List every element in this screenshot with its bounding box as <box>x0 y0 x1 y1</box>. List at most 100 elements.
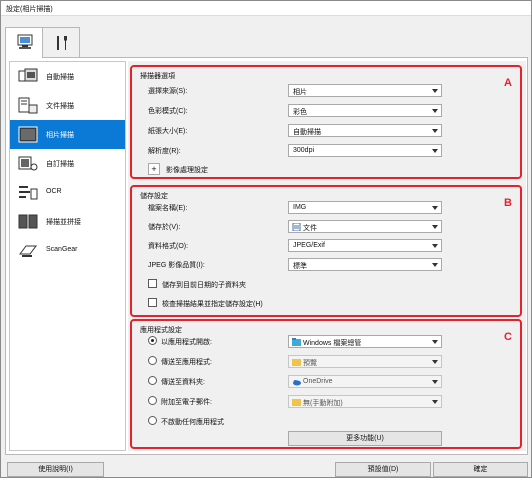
attach-email-radio[interactable] <box>148 396 157 405</box>
section-title: 掃描器選項 <box>140 73 175 80</box>
send-to-folder-row: 傳送至資料夾: OneDrive <box>148 375 448 388</box>
check-results-label[interactable]: 檢查掃描結果並指定儲存設定(H) <box>162 299 263 309</box>
color-mode-row: 色彩模式(C): 彩色 <box>148 104 448 117</box>
more-functions-button[interactable]: 更多功能(U) <box>288 431 442 446</box>
stitch-icon <box>18 214 38 229</box>
window-title: 設定(相片掃描) <box>6 6 53 13</box>
open-with-label[interactable]: 以應用程式開啟: <box>161 337 212 347</box>
send-to-app-radio[interactable] <box>148 356 157 365</box>
save-in-dropdown[interactable]: 文件 <box>288 220 442 233</box>
instructions-button[interactable]: 使用說明(I) <box>7 462 104 477</box>
resolution-row: 解析度(R): 300dpi <box>148 144 448 157</box>
sidebar: 自動掃描 文件掃描 相片掃描 自訂掃描 OCR 掃描並拼接 ScanGear <box>9 61 126 451</box>
image-processing-row: + 影像處理設定 <box>148 163 448 176</box>
data-format-dropdown[interactable]: JPEG/Exif <box>288 239 442 252</box>
chevron-down-icon <box>432 380 438 384</box>
image-processing-label[interactable]: 影像處理設定 <box>166 165 208 175</box>
document-scan-icon <box>18 97 38 114</box>
paper-size-row: 紙張大小(E): 自動掃描 <box>148 124 448 137</box>
color-mode-value: 彩色 <box>293 109 307 116</box>
sidebar-item-label: ScanGear <box>46 246 78 253</box>
section-marker: C <box>504 331 512 343</box>
section-marker: B <box>504 197 512 209</box>
send-to-app-label[interactable]: 傳送至應用程式: <box>161 357 212 367</box>
tab-general-settings[interactable] <box>42 27 80 57</box>
paper-size-dropdown[interactable]: 自動掃描 <box>288 124 442 137</box>
send-to-folder-radio[interactable] <box>148 376 157 385</box>
open-with-dropdown[interactable]: Windows 檔案總管 <box>288 335 442 348</box>
file-name-label: 檔案名稱(E): <box>148 205 188 212</box>
sidebar-item-label: 相片掃描 <box>46 132 74 139</box>
chevron-down-icon <box>432 340 438 344</box>
sidebar-item-photo-scan[interactable]: 相片掃描 <box>10 120 125 149</box>
send-to-folder-value: OneDrive <box>303 378 333 385</box>
expand-button[interactable]: + <box>148 163 160 175</box>
send-to-app-dropdown[interactable]: 預覽 <box>288 355 442 368</box>
attach-email-row: 附加至電子郵件: 無(手動附加) <box>148 395 448 408</box>
section-title: 應用程式設定 <box>140 327 182 334</box>
color-mode-dropdown[interactable]: 彩色 <box>288 104 442 117</box>
select-source-dropdown[interactable]: 相片 <box>288 84 442 97</box>
folder-icon <box>292 399 301 406</box>
attach-email-dropdown[interactable]: 無(手動附加) <box>288 395 442 408</box>
data-format-value: JPEG/Exif <box>293 242 325 249</box>
select-source-label: 選擇來源(S): <box>148 88 188 95</box>
attach-email-label[interactable]: 附加至電子郵件: <box>161 397 212 407</box>
document-folder-icon <box>292 223 301 231</box>
do-not-start-label[interactable]: 不啟動任何應用程式 <box>161 417 224 427</box>
paper-size-label: 紙張大小(E): <box>148 128 188 135</box>
file-name-row: 檔案名稱(E): IMG <box>148 201 448 214</box>
do-not-start-row: 不啟動任何應用程式 <box>148 415 448 428</box>
jpeg-quality-row: JPEG 影像品質(I): 標準 <box>148 258 448 271</box>
auto-scan-icon <box>18 68 38 82</box>
jpeg-quality-value: 標準 <box>293 263 307 270</box>
tab-scan-from-computer[interactable] <box>5 27 43 58</box>
jpeg-quality-label: JPEG 影像品質(I): <box>148 262 205 269</box>
sidebar-item-ocr[interactable]: OCR <box>10 178 125 207</box>
sidebar-item-scangear[interactable]: ScanGear <box>10 236 125 265</box>
do-not-start-radio[interactable] <box>148 416 157 425</box>
save-subfolder-row: 儲存到目前日期的子資料夾 <box>148 278 448 291</box>
application-settings-section: 應用程式設定 C 以應用程式開啟: Windows 檔案總管 傳送至應用程式: <box>130 319 522 449</box>
data-format-row: 資料格式(O): JPEG/Exif <box>148 239 448 252</box>
save-subfolder-label[interactable]: 儲存到目前日期的子資料夾 <box>162 280 246 290</box>
sidebar-item-auto-scan[interactable]: 自動掃描 <box>10 62 125 91</box>
sidebar-item-document-scan[interactable]: 文件掃描 <box>10 91 125 120</box>
resolution-dropdown[interactable]: 300dpi <box>288 144 442 157</box>
paper-size-value: 自動掃描 <box>293 129 321 136</box>
ocr-icon <box>19 186 38 200</box>
sidebar-item-stitch[interactable]: 掃描並拼接 <box>10 207 125 236</box>
file-name-value: IMG <box>293 204 307 211</box>
custom-scan-icon <box>18 156 38 171</box>
tools-icon <box>57 36 67 50</box>
save-in-value: 文件 <box>303 225 317 232</box>
data-format-label: 資料格式(O): <box>148 243 189 250</box>
folder-icon <box>292 359 301 366</box>
chevron-down-icon <box>432 244 438 248</box>
send-to-folder-dropdown[interactable]: OneDrive <box>288 375 442 388</box>
chevron-down-icon <box>432 225 438 229</box>
open-with-radio[interactable] <box>148 336 157 345</box>
chevron-down-icon <box>432 360 438 364</box>
send-to-folder-label[interactable]: 傳送至資料夾: <box>161 377 205 387</box>
check-results-checkbox[interactable] <box>148 298 157 307</box>
sidebar-item-custom-scan[interactable]: 自訂掃描 <box>10 149 125 178</box>
chevron-down-icon <box>432 149 438 153</box>
photo-scan-icon <box>18 126 38 143</box>
defaults-button[interactable]: 預設值(D) <box>335 462 431 477</box>
save-settings-section: 儲存設定 B 檔案名稱(E): IMG 儲存於(V): 文件 資料格式(O): … <box>130 185 522 317</box>
file-name-dropdown[interactable]: IMG <box>288 201 442 214</box>
send-to-app-row: 傳送至應用程式: 預覽 <box>148 355 448 368</box>
scanner-options-section: 掃描器選項 A 選擇來源(S): 相片 色彩模式(C): 彩色 紙張大小(E): <box>130 65 522 179</box>
ok-button[interactable]: 確定 <box>433 462 528 477</box>
file-explorer-icon <box>292 338 301 346</box>
sidebar-item-label: 掃描並拼接 <box>46 219 81 226</box>
attach-email-value: 無(手動附加) <box>303 400 343 407</box>
save-subfolder-checkbox[interactable] <box>148 279 157 288</box>
sidebar-item-label: 自訂掃描 <box>46 161 74 168</box>
jpeg-quality-dropdown[interactable]: 標準 <box>288 258 442 271</box>
open-with-row: 以應用程式開啟: Windows 檔案總管 <box>148 335 448 348</box>
settings-panel: 掃描器選項 A 選擇來源(S): 相片 色彩模式(C): 彩色 紙張大小(E): <box>128 61 526 451</box>
chevron-down-icon <box>432 129 438 133</box>
chevron-down-icon <box>432 109 438 113</box>
